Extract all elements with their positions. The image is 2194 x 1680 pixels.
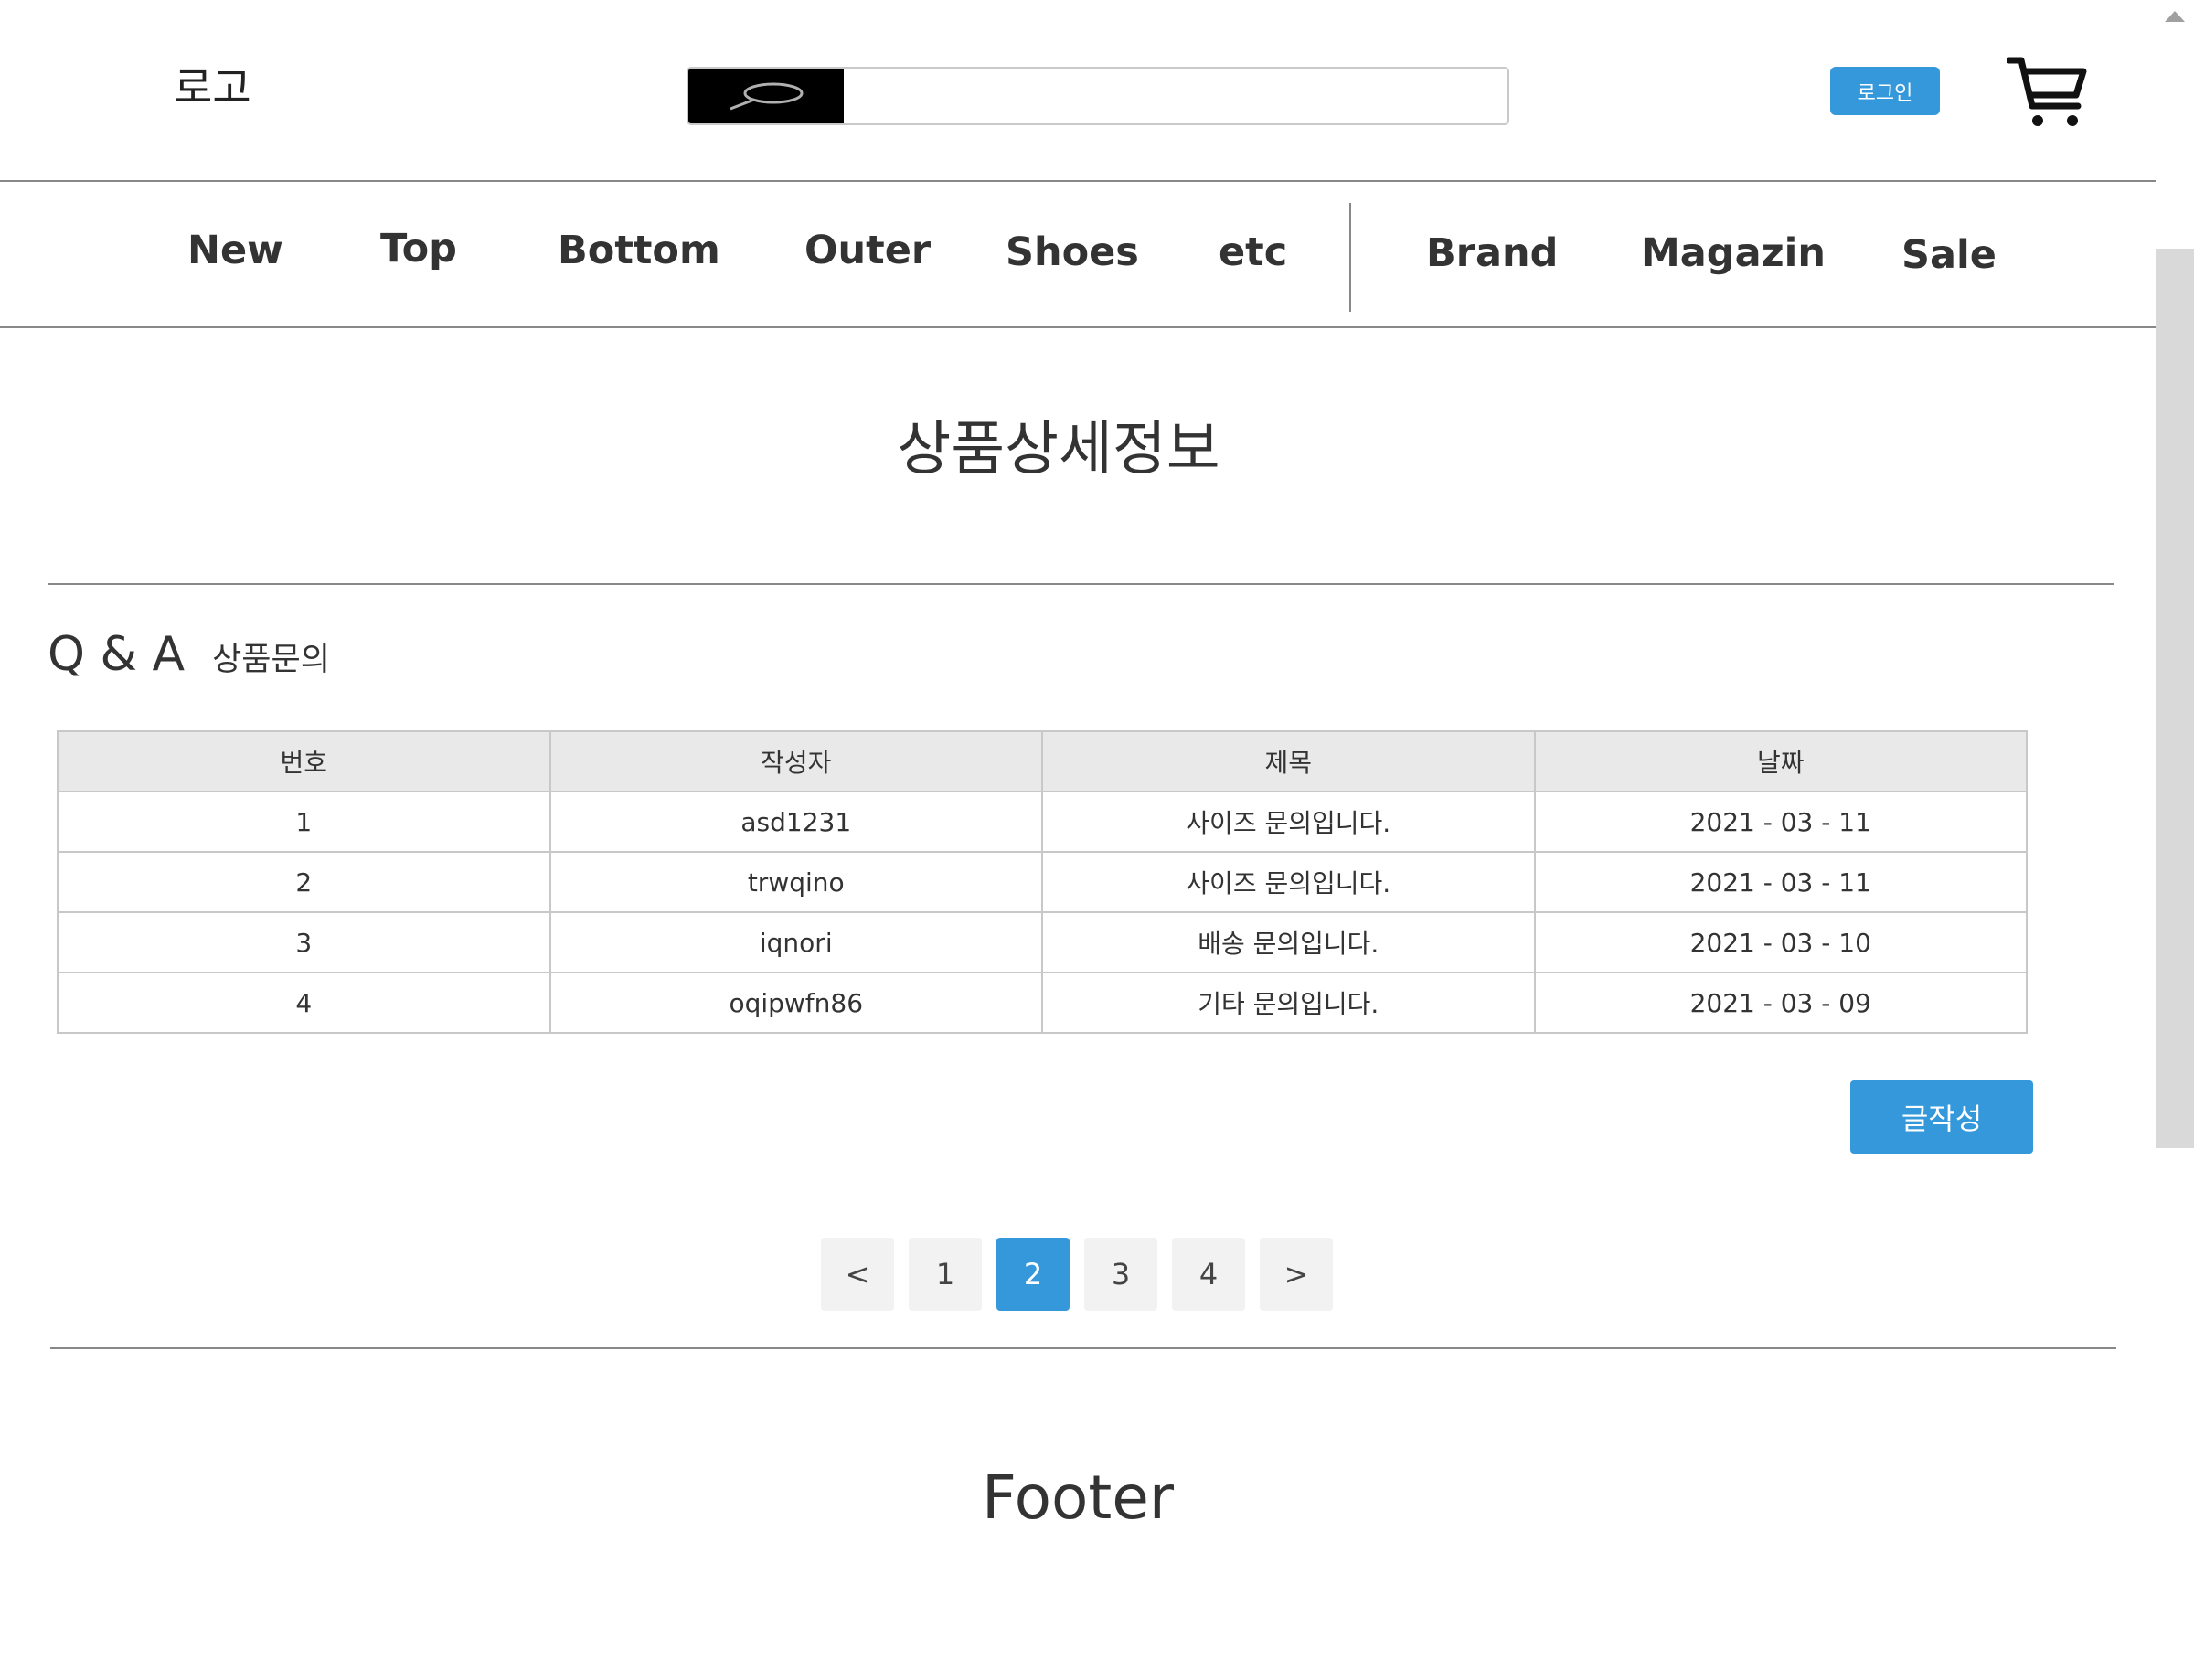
qa-subtitle: 상품문의: [212, 642, 330, 678]
nav-item-sale[interactable]: Sale: [1901, 232, 1997, 278]
prev-page-button[interactable]: <: [821, 1238, 894, 1311]
column-header-title: 제목: [1041, 730, 1536, 792]
cell-number: 4: [57, 972, 551, 1034]
login-button[interactable]: 로그인: [1830, 67, 1940, 115]
page-button-3[interactable]: 3: [1084, 1238, 1157, 1311]
table-row[interactable]: 3 iqnori 배송 문의입니다. 2021 - 03 - 10: [57, 911, 2028, 973]
cell-title[interactable]: 사이즈 문의입니다.: [1041, 851, 1536, 913]
search-input[interactable]: [846, 69, 1504, 120]
cell-number: 2: [57, 851, 551, 913]
cell-title[interactable]: 기타 문의입니다.: [1041, 972, 1536, 1034]
cell-date: 2021 - 03 - 10: [1533, 911, 2028, 973]
qa-table: 번호 작성자 제목 날짜 1 asd1231 사이즈 문의입니다. 2021 -…: [57, 730, 2028, 1034]
cell-number: 3: [57, 911, 551, 973]
page-title: 상품상세정보: [897, 416, 1220, 484]
scrollbar[interactable]: [2156, 0, 2194, 1680]
column-header-date: 날짜: [1533, 730, 2028, 792]
nav-item-bottom[interactable]: Bottom: [558, 228, 720, 273]
footer: Footer: [982, 1462, 1174, 1533]
cell-title[interactable]: 사이즈 문의입니다.: [1041, 791, 1536, 853]
qa-heading: Q & A 상품문의: [48, 627, 330, 682]
category-nav: New Top Bottom Outer Shoes etc Brand Mag…: [0, 182, 2156, 328]
header: 로고 로그인: [0, 0, 2156, 182]
nav-item-shoes[interactable]: Shoes: [1006, 229, 1139, 275]
search-button[interactable]: [688, 69, 844, 123]
cell-author: asd1231: [548, 791, 1043, 853]
section-divider: [48, 583, 2114, 585]
page-button-4[interactable]: 4: [1172, 1238, 1245, 1311]
pagination: < 1 2 3 4 >: [821, 1238, 1347, 1311]
column-header-author: 작성자: [548, 730, 1043, 792]
scrollbar-thumb[interactable]: [2156, 249, 2194, 1148]
nav-item-outer[interactable]: Outer: [804, 228, 931, 273]
column-header-number: 번호: [57, 730, 551, 792]
cell-author: trwqino: [548, 851, 1043, 913]
table-row[interactable]: 2 trwqino 사이즈 문의입니다. 2021 - 03 - 11: [57, 851, 2028, 913]
nav-divider: [1349, 203, 1351, 312]
page-button-2[interactable]: 2: [996, 1238, 1070, 1311]
nav-item-etc[interactable]: etc: [1219, 229, 1287, 275]
next-page-button[interactable]: >: [1260, 1238, 1333, 1311]
scroll-up-arrow-icon[interactable]: [2165, 11, 2185, 22]
nav-item-top[interactable]: Top: [380, 226, 457, 271]
cell-number: 1: [57, 791, 551, 853]
cell-author: oqipwfn86: [548, 972, 1043, 1034]
cell-date: 2021 - 03 - 09: [1533, 972, 2028, 1034]
nav-item-brand[interactable]: Brand: [1426, 230, 1558, 276]
nav-item-new[interactable]: New: [187, 228, 283, 273]
cart-icon[interactable]: [2007, 53, 2089, 130]
search-bar: [687, 67, 1509, 125]
cell-author: iqnori: [548, 911, 1043, 973]
search-icon: [730, 82, 804, 111]
table-row[interactable]: 1 asd1231 사이즈 문의입니다. 2021 - 03 - 11: [57, 791, 2028, 853]
cell-date: 2021 - 03 - 11: [1533, 851, 2028, 913]
cell-title[interactable]: 배송 문의입니다.: [1041, 911, 1536, 973]
nav-item-magazin[interactable]: Magazin: [1641, 230, 1826, 276]
page-button-1[interactable]: 1: [909, 1238, 982, 1311]
qa-title: Q & A: [48, 627, 186, 682]
logo[interactable]: 로고: [174, 55, 251, 115]
cell-date: 2021 - 03 - 11: [1533, 791, 2028, 853]
table-row[interactable]: 4 oqipwfn86 기타 문의입니다. 2021 - 03 - 09: [57, 972, 2028, 1034]
table-header-row: 번호 작성자 제목 날짜: [57, 730, 2028, 792]
footer-divider: [50, 1347, 2116, 1349]
write-post-button[interactable]: 글작성: [1850, 1080, 2033, 1154]
